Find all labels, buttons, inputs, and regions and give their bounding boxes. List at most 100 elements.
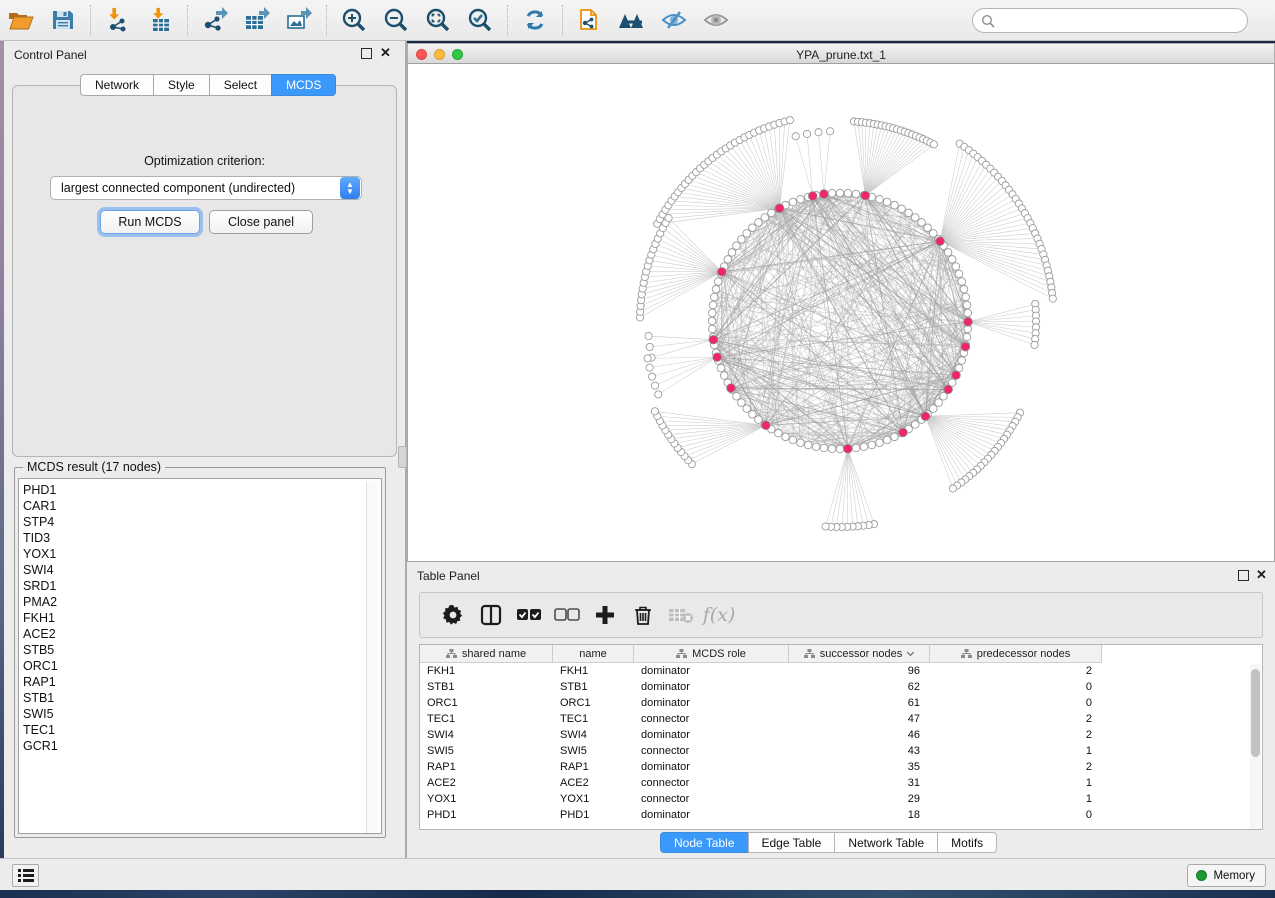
hide-details-icon[interactable] [657, 5, 691, 35]
tab-motifs[interactable]: Motifs [937, 832, 997, 853]
node-table-header: shared namenameMCDS rolesuccessor nodesp… [420, 645, 1102, 663]
result-item[interactable]: FKH1 [19, 610, 381, 626]
delete-icon[interactable] [624, 598, 662, 632]
search-input[interactable] [995, 11, 1247, 31]
show-details-icon[interactable] [699, 5, 733, 35]
table-row[interactable]: ORC1ORC1dominator610 [420, 695, 1252, 711]
table-row[interactable]: STB1STB1dominator620 [420, 679, 1252, 695]
result-item[interactable]: CAR1 [19, 498, 381, 514]
select-all-icon[interactable] [510, 598, 548, 632]
node-table[interactable]: shared namenameMCDS rolesuccessor nodesp… [419, 644, 1263, 830]
tab-edge-table[interactable]: Edge Table [748, 832, 835, 853]
export-network-icon[interactable] [198, 5, 232, 35]
column-pane-icon[interactable] [472, 598, 510, 632]
cell-name: STB1 [553, 679, 634, 695]
control-panel-header: Control Panel ✕ [4, 41, 405, 67]
network-overview-icon[interactable] [615, 5, 649, 35]
network-window-titlebar[interactable]: YPA_prune.txt_1 [407, 43, 1275, 64]
tab-network-table[interactable]: Network Table [834, 832, 937, 853]
result-item[interactable]: STP4 [19, 514, 381, 530]
task-history-button[interactable] [12, 864, 39, 887]
table-row[interactable]: SWI5SWI5connector431 [420, 743, 1252, 759]
tab-network[interactable]: Network [80, 74, 153, 96]
close-panel-icon[interactable]: ✕ [1256, 567, 1267, 583]
table-scrollbar-thumb[interactable] [1251, 669, 1260, 757]
result-item[interactable]: PMA2 [19, 594, 381, 610]
mcds-result-title: MCDS result (17 nodes) [23, 460, 165, 474]
close-panel-button[interactable]: Close panel [209, 210, 313, 234]
table-row[interactable]: RAP1RAP1dominator352 [420, 759, 1252, 775]
zoom-selected-icon[interactable] [463, 5, 497, 35]
table-row[interactable]: ACE2ACE2connector311 [420, 775, 1252, 791]
result-item[interactable]: ACE2 [19, 626, 381, 642]
result-item[interactable]: STB5 [19, 642, 381, 658]
table-panel-tabs: Node TableEdge TableNetwork TableMotifs [660, 832, 997, 853]
result-item[interactable]: ORC1 [19, 658, 381, 674]
result-list-scrollbar[interactable] [366, 481, 378, 833]
close-panel-icon[interactable]: ✕ [380, 45, 391, 61]
cell-successor-nodes: 18 [789, 807, 930, 823]
column-header-name[interactable]: name [553, 645, 634, 662]
cell-name: RAP1 [553, 759, 634, 775]
tab-node-table[interactable]: Node Table [660, 832, 748, 853]
export-table-icon[interactable] [240, 5, 274, 35]
refresh-icon[interactable] [518, 5, 552, 35]
column-header-successor-nodes[interactable]: successor nodes [789, 645, 930, 662]
result-item[interactable]: SRD1 [19, 578, 381, 594]
splitter-handle[interactable] [398, 446, 407, 468]
mcds-result-list[interactable]: PHD1CAR1STP4TID3YOX1SWI4SRD1PMA2FKH1ACE2… [18, 478, 382, 834]
share-document-icon[interactable] [573, 5, 607, 35]
save-icon[interactable] [46, 5, 80, 35]
result-item[interactable]: SWI4 [19, 562, 381, 578]
cell-MCDS-role: dominator [634, 807, 789, 823]
zoom-fit-icon[interactable] [421, 5, 455, 35]
cell-predecessor-nodes: 0 [930, 679, 1102, 695]
result-item[interactable]: RAP1 [19, 674, 381, 690]
open-file-icon[interactable] [4, 5, 38, 35]
result-item[interactable]: STB1 [19, 690, 381, 706]
selected-option-label: largest connected component (undirected) [51, 181, 340, 195]
cell-shared-name: RAP1 [420, 759, 553, 775]
tab-mcds[interactable]: MCDS [271, 74, 336, 96]
table-row[interactable]: FKH1FKH1dominator962 [420, 663, 1252, 679]
cell-name: ACE2 [553, 775, 634, 791]
result-item[interactable]: TID3 [19, 530, 381, 546]
table-scrollbar[interactable] [1250, 664, 1261, 829]
sort-desc-icon [907, 650, 914, 657]
result-item[interactable]: SWI5 [19, 706, 381, 722]
float-panel-icon[interactable] [1238, 570, 1249, 581]
cell-successor-nodes: 31 [789, 775, 930, 791]
zoom-in-icon[interactable] [337, 5, 371, 35]
cell-shared-name: PHD1 [420, 807, 553, 823]
column-header-MCDS-role[interactable]: MCDS role [634, 645, 789, 662]
tab-select[interactable]: Select [209, 74, 271, 96]
optimization-criterion-select[interactable]: largest connected component (undirected)… [50, 176, 362, 200]
toolbar-separator [326, 5, 327, 35]
cell-successor-nodes: 29 [789, 791, 930, 807]
export-image-icon[interactable] [282, 5, 316, 35]
table-row[interactable]: YOX1YOX1connector291 [420, 791, 1252, 807]
table-row[interactable]: SWI4SWI4dominator462 [420, 727, 1252, 743]
column-header-shared-name[interactable]: shared name [420, 645, 553, 662]
float-panel-icon[interactable] [361, 48, 372, 59]
search-box[interactable] [972, 8, 1248, 33]
import-network-icon[interactable] [101, 5, 135, 35]
deselect-all-icon[interactable] [548, 598, 586, 632]
table-row[interactable]: PHD1PHD1dominator180 [420, 807, 1252, 823]
result-item[interactable]: PHD1 [19, 482, 381, 498]
run-mcds-button[interactable]: Run MCDS [100, 210, 200, 234]
add-column-icon[interactable] [586, 598, 624, 632]
cell-predecessor-nodes: 1 [930, 775, 1102, 791]
tab-style[interactable]: Style [153, 74, 209, 96]
result-item[interactable]: TEC1 [19, 722, 381, 738]
result-item[interactable]: YOX1 [19, 546, 381, 562]
gear-icon[interactable] [434, 598, 472, 632]
result-item[interactable]: GCR1 [19, 738, 381, 754]
zoom-out-icon[interactable] [379, 5, 413, 35]
column-header-predecessor-nodes[interactable]: predecessor nodes [930, 645, 1102, 662]
import-table-icon[interactable] [143, 5, 177, 35]
cell-predecessor-nodes: 1 [930, 743, 1102, 759]
table-row[interactable]: TEC1TEC1connector472 [420, 711, 1252, 727]
memory-button[interactable]: Memory [1187, 864, 1266, 887]
network-canvas[interactable] [407, 64, 1275, 562]
